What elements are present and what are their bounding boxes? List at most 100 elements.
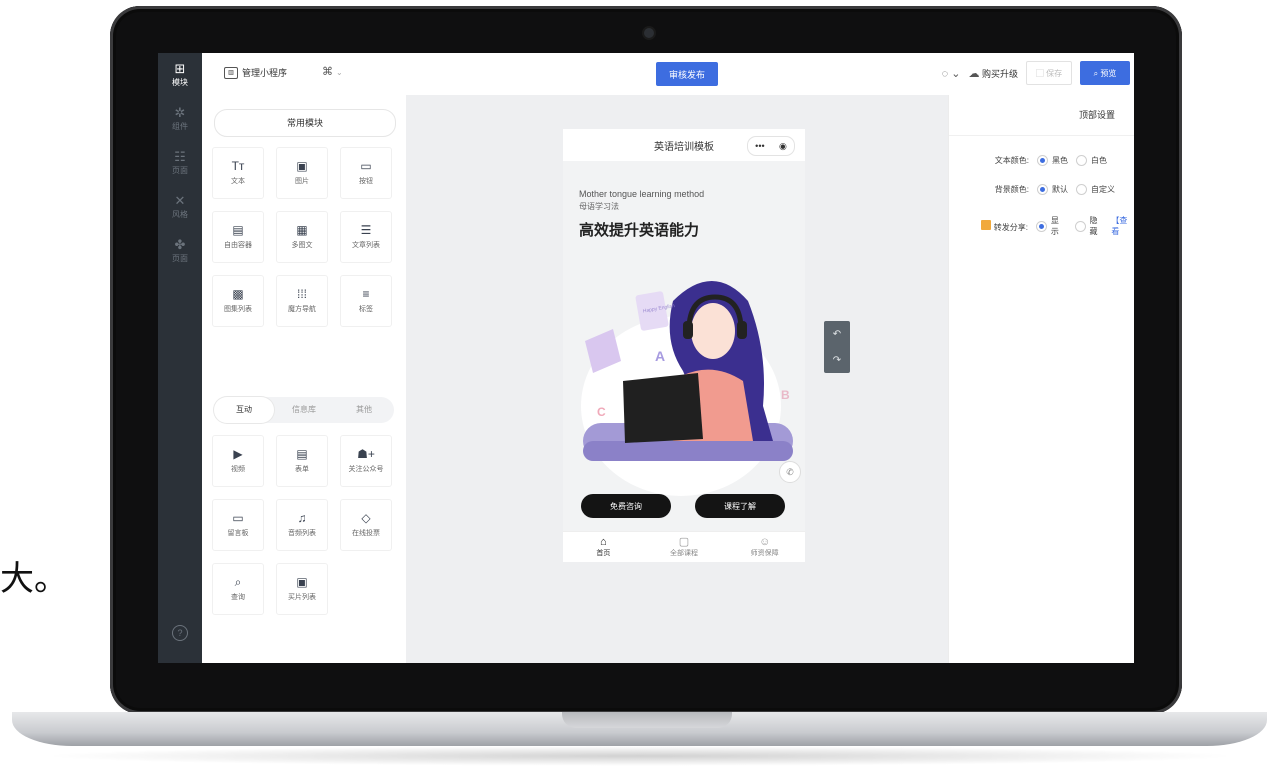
tab-other[interactable]: 其他 xyxy=(334,397,394,423)
preview-button[interactable]: ⌕ 预览 xyxy=(1080,61,1130,85)
radio-share-show[interactable] xyxy=(1035,220,1047,232)
rail-item-label: 页面 xyxy=(172,254,188,263)
illustration-headphone-left xyxy=(683,321,693,339)
top-bar-actions: ◌ ⌄ ☁ 购买升级 ▢ 保存 ⌕ 预览 xyxy=(942,61,1130,85)
tile-label: 自由容器 xyxy=(224,242,252,249)
radio-text-black[interactable] xyxy=(1037,155,1048,166)
radio-bg-default[interactable] xyxy=(1037,184,1048,195)
undo-redo-controls: ↶ ↷ xyxy=(824,321,850,373)
rail-item-style[interactable]: ✕ 风格 xyxy=(158,185,202,229)
hero-illustration: Happy English A B C xyxy=(581,281,793,496)
form-icon: ▤ xyxy=(296,447,308,461)
nav-courses[interactable]: ▢ 全部课程 xyxy=(644,532,725,562)
module-tile-image[interactable]: ▣ 图片 xyxy=(276,147,328,199)
radio-label: 自定义 xyxy=(1091,185,1115,194)
redo-icon[interactable]: ↷ xyxy=(833,355,841,366)
module-tile-gallery-list[interactable]: ▩ 图集列表 xyxy=(212,275,264,327)
course-info-button[interactable]: 课程了解 xyxy=(695,494,785,518)
module-tile-multi-image[interactable]: ▦ 多图文 xyxy=(276,211,328,263)
laptop-shadow xyxy=(40,746,1240,766)
nav-label: 首页 xyxy=(596,549,611,557)
module-tile-article-list[interactable]: ☰ 文章列表 xyxy=(340,211,392,263)
module-category-tabs: 互动 信息库 其他 xyxy=(214,397,394,423)
module-tile-tag[interactable]: ≡ 标签 xyxy=(340,275,392,327)
rail-item-label: 页面 xyxy=(172,166,188,175)
manage-miniprogram-link[interactable]: ▥ 管理小程序 xyxy=(224,66,287,79)
rail-item-modules[interactable]: ⊞ 模块 xyxy=(158,53,202,97)
module-tile-container[interactable]: ▤ 自由容器 xyxy=(212,211,264,263)
cloud-upload-icon: ☁ xyxy=(968,67,980,80)
radio-text-white[interactable] xyxy=(1076,155,1087,166)
rail-item-pages[interactable]: ☷ 页面 xyxy=(158,141,202,185)
rail-item-promo[interactable]: ✤ 页面 xyxy=(158,229,202,273)
free-consult-button[interactable]: 免费咨询 xyxy=(581,494,671,518)
image-icon: ▣ xyxy=(296,159,308,173)
audio-list-icon: ♫ xyxy=(297,511,307,525)
multi-image-icon: ▦ xyxy=(296,223,308,237)
grid-nav-icon: ⁞⁞⁞ xyxy=(296,287,307,301)
common-modules-header[interactable]: 常用模块 xyxy=(214,109,396,137)
app-screen: ⊞ 模块 ✲ 组件 ☷ 页面 ✕ 风格 ✤ 页面 ? ▥ 管理小程序 ⌘ ⌄ 审核… xyxy=(158,53,1134,663)
share-label-wrap: 转发分享: xyxy=(949,219,1028,233)
upgrade-link[interactable]: ☁ 购买升级 xyxy=(968,67,1018,80)
save-label: 保存 xyxy=(1046,68,1063,78)
tag-icon: ≡ xyxy=(362,287,370,301)
rail-item-label: 模块 xyxy=(172,78,188,87)
help-icon[interactable]: ? xyxy=(172,625,188,641)
phone-preview[interactable]: 英语培训模板 ••• ◉ Mother tongue learning meth… xyxy=(563,129,805,562)
module-tile-form[interactable]: ▤ 表单 xyxy=(276,435,328,487)
follow-icon: ☗+ xyxy=(357,447,375,461)
module-tile-photo-list[interactable]: ▣ 买片列表 xyxy=(276,563,328,615)
tile-label: 标签 xyxy=(359,306,373,313)
tile-label: 文章列表 xyxy=(352,242,380,249)
module-tile-text[interactable]: Tт 文本 xyxy=(212,147,264,199)
teacher-icon: ☺ xyxy=(759,535,771,548)
common-modules-grid: Tт 文本 ▣ 图片 ▭ 按钮 ▤ 自由容器 ▦ 多图文 ☰ 文章列表 ▩ 图集列表 ⁞⁞⁞ 魔… xyxy=(212,147,392,327)
module-tile-audio-list[interactable]: ♫ 音频列表 xyxy=(276,499,328,551)
properties-panel: 顶部设置 文本颜色: 黑色 白色 背景颜色: 默认 自定义 转发分享: 显示 隐… xyxy=(948,95,1134,663)
container-icon: ▤ xyxy=(232,223,244,237)
chart-icon: ▥ xyxy=(224,66,238,79)
module-tile-video[interactable]: ▶ 视频 xyxy=(212,435,264,487)
support-headset-icon[interactable]: ◌ ⌄ xyxy=(942,67,961,80)
letter-b: B xyxy=(781,388,790,402)
module-tile-vote[interactable]: ◇ 在线投票 xyxy=(340,499,392,551)
phone-tab-bar: ⌂ 首页 ▢ 全部课程 ☺ 师资保障 xyxy=(563,531,805,562)
illustration-headphone-right xyxy=(737,321,747,339)
tab-interact[interactable]: 互动 xyxy=(214,397,274,423)
interact-modules-grid: ▶ 视频 ▤ 表单 ☗+ 关注公众号 ▭ 留言板 ♫ 音频列表 ◇ 在线投票 ⌕ 查询 ▣ 买片… xyxy=(212,435,392,615)
radio-share-hide[interactable] xyxy=(1074,220,1086,232)
module-tile-search[interactable]: ⌕ 查询 xyxy=(212,563,264,615)
module-tile-message-board[interactable]: ▭ 留言板 xyxy=(212,499,264,551)
hero-banner: Mother tongue learning method 母语学习法 高效提升… xyxy=(563,161,805,532)
qr-code-dropdown[interactable]: ⌘ ⌄ xyxy=(322,65,343,78)
speaker-icon: ✤ xyxy=(174,237,186,252)
radio-bg-custom[interactable] xyxy=(1076,184,1087,195)
view-link[interactable]: 【查看 xyxy=(1111,215,1134,237)
tab-info-library[interactable]: 信息库 xyxy=(274,397,334,423)
nav-home[interactable]: ⌂ 首页 xyxy=(563,532,644,562)
miniprogram-capsule[interactable]: ••• ◉ xyxy=(747,136,795,156)
save-button[interactable]: ▢ 保存 xyxy=(1026,61,1072,85)
module-tile-grid-nav[interactable]: ⁞⁞⁞ 魔方导航 xyxy=(276,275,328,327)
home-icon: ⌂ xyxy=(600,535,607,548)
webcam xyxy=(642,26,656,40)
module-tile-button[interactable]: ▭ 按钮 xyxy=(340,147,392,199)
tile-label: 买片列表 xyxy=(288,594,316,601)
preview-label: 预览 xyxy=(1100,68,1117,78)
phone-call-icon[interactable]: ✆ xyxy=(779,461,801,483)
tile-label: 表单 xyxy=(295,466,309,473)
nav-label: 全部课程 xyxy=(670,549,698,557)
manage-label: 管理小程序 xyxy=(242,68,288,78)
tile-label: 关注公众号 xyxy=(348,466,384,473)
publish-button[interactable]: 审核发布 xyxy=(656,62,718,86)
module-tile-follow[interactable]: ☗+ 关注公众号 xyxy=(340,435,392,487)
phone-header: 英语培训模板 ••• ◉ xyxy=(563,129,805,161)
rail-item-components[interactable]: ✲ 组件 xyxy=(158,97,202,141)
tablet-icon xyxy=(623,373,703,443)
undo-icon[interactable]: ↶ xyxy=(833,329,841,340)
tile-label: 按钮 xyxy=(359,178,373,185)
editor-canvas: 英语培训模板 ••• ◉ Mother tongue learning meth… xyxy=(406,95,948,663)
laptop-notch xyxy=(562,712,732,728)
nav-teachers[interactable]: ☺ 师资保障 xyxy=(724,532,805,562)
